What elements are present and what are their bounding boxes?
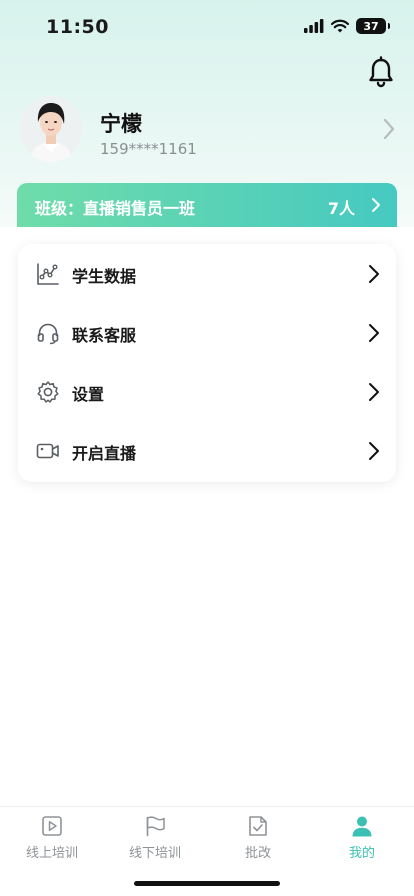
class-member-count: 7人 [327,199,355,218]
menu-item-label: 开启直播 [72,444,137,463]
flag-icon [146,816,165,837]
tab-grading[interactable]: 批改 [206,815,310,863]
battery-level: 37 [363,19,379,33]
status-time: 11:50 [46,16,109,38]
home-indicator [134,881,280,886]
user-phone: 159****1161 [100,140,197,158]
gear-icon [37,381,59,403]
play-icon [42,816,62,836]
tab-label: 批改 [244,846,271,861]
status-icons: 37 [304,18,390,34]
tab-online-training[interactable]: 线上培训 [0,815,104,863]
bell-icon[interactable] [366,56,396,88]
user-icon [352,816,372,837]
avatar[interactable] [20,96,82,162]
menu-card: 学生数据 联系客服 设置 开启直播 [18,244,396,482]
class-label: 班级：直播销售员一班 [35,199,196,218]
menu-item-settings[interactable]: 设置 [18,362,396,421]
class-bar[interactable]: 班级：直播销售员一班 7人 [17,183,397,227]
tab-label: 我的 [348,846,375,861]
avatar-image [20,96,82,162]
menu-item-contact-support[interactable]: 联系客服 [18,303,396,362]
chevron-right-icon[interactable] [382,118,396,140]
tab-mine[interactable]: 我的 [310,815,414,863]
battery-icon: 37 [356,18,390,34]
chevron-right-icon [369,324,379,342]
tab-label: 线下培训 [128,846,181,861]
video-camera-icon [36,443,59,459]
menu-item-label: 联系客服 [72,326,137,345]
signal-icon [304,19,324,33]
chevron-right-icon [369,442,379,460]
chevron-right-icon [369,383,379,401]
profile-header[interactable]: 宁檬 159****1161 [0,96,414,168]
tab-offline-training[interactable]: 线下培训 [103,815,207,863]
menu-item-label: 设置 [72,385,105,404]
menu-item-student-data[interactable]: 学生数据 [18,244,396,303]
menu-item-label: 学生数据 [72,267,137,286]
menu-item-start-live[interactable]: 开启直播 [18,421,396,480]
tab-label: 线上培训 [25,846,78,861]
status-bar: 11:50 37 [0,0,414,56]
chevron-right-icon [369,265,379,283]
chart-icon [37,263,59,285]
headset-icon [37,323,59,345]
user-name: 宁檬 [100,112,142,136]
wifi-icon [331,19,349,33]
doc-check-icon [249,816,267,836]
chevron-right-icon [372,198,380,212]
